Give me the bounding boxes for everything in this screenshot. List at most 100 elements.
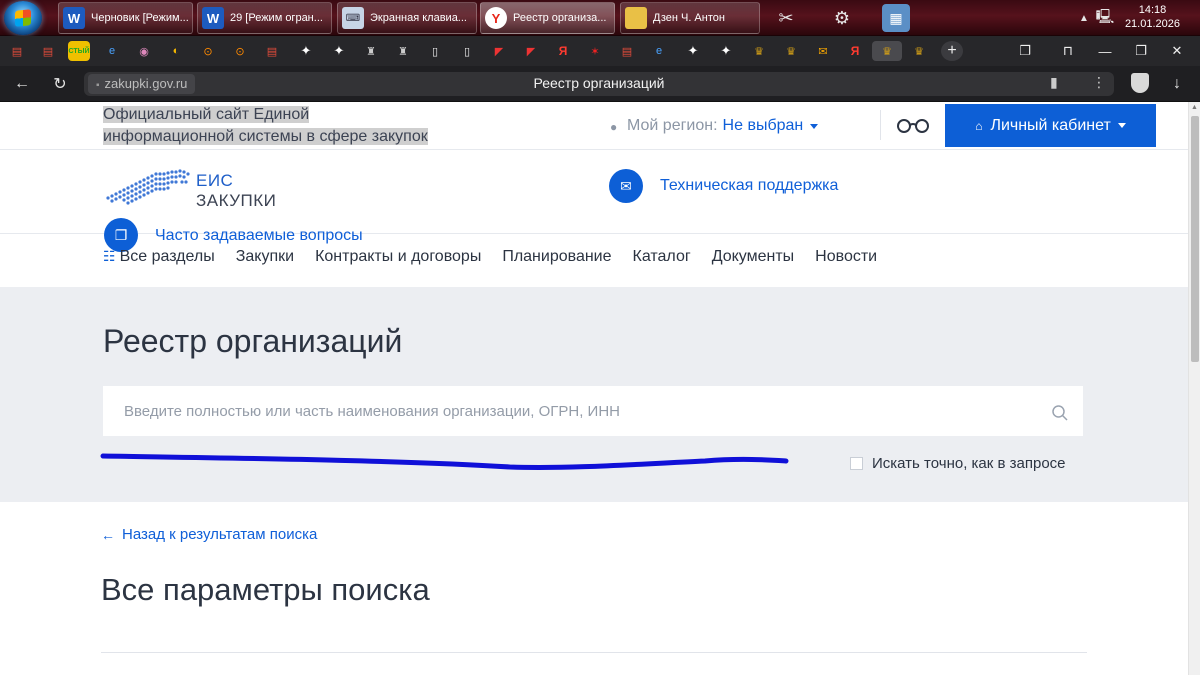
folder-icon [625,7,647,29]
gear-icon[interactable]: ⚙ [828,4,856,32]
minimize-button[interactable]: — [1095,41,1115,61]
scroll-up-icon[interactable]: ▲ [1191,104,1198,111]
yandex-tab-icon[interactable]: Я [844,41,866,61]
downloads-icon[interactable]: ↓ [1167,74,1187,94]
pdf-tab-icon[interactable]: ▤ [6,41,28,61]
menu-item-all-sections[interactable]: ☷ Все разделы [103,248,215,266]
menu-item-catalog[interactable]: Каталог [633,248,691,266]
sparkle-tab-icon[interactable]: ✦ [682,41,704,61]
pdf-tab-icon[interactable]: ▤ [261,41,283,61]
organization-search-input[interactable] [103,386,1033,436]
taskbar-button-label: Дзен Ч. Антон [653,12,725,24]
mail-tab-icon[interactable]: ✉ [812,41,834,61]
menu-item-contracts[interactable]: Контракты и договоры [315,248,481,266]
checkbox-box[interactable] [850,457,863,470]
document-tab-icon[interactable]: ▯ [424,41,446,61]
clock-time: 14:18 [1138,4,1167,16]
exact-search-checkbox[interactable]: Искать точно, как в запросе [850,455,1066,472]
sections-list-icon: ☷ [103,248,116,264]
site-tab-icon[interactable]: СТЫЙ [68,41,90,61]
site-tab-icon[interactable]: ◐ [165,41,187,61]
control-panel-icon[interactable]: ▦ [882,4,910,32]
tech-support-link[interactable]: Техническая поддержка [660,177,838,195]
tray-expand-icon[interactable]: ▲ [1076,4,1092,32]
faq-link[interactable]: Часто задаваемые вопросы [155,227,363,245]
search-tab-icon[interactable]: ⊙ [229,41,251,61]
clock-date: 21.01.2026 [1124,18,1180,30]
emblem-tab-icon[interactable]: ♛ [748,41,770,61]
glasses-accessibility-icon[interactable] [896,116,930,134]
personal-cabinet-button[interactable]: ⌂ Личный кабинет [945,104,1156,147]
blue-marker-underline [100,453,789,470]
envelope-icon[interactable]: ✉ [609,169,643,203]
back-to-results-link[interactable]: ← Назад к результатам поиска [101,526,317,543]
taskbar-button-yandex-browser[interactable]: Y Реестр организа... [480,2,615,34]
faq-windows-icon[interactable]: ❐ [104,218,138,252]
sparkle-tab-icon[interactable]: ✦ [715,41,737,61]
scrollbar-thumb[interactable] [1191,116,1199,362]
site-tab-icon[interactable]: ✶ [584,41,606,61]
sparkle-tab-icon[interactable]: ✦ [328,41,350,61]
network-icon[interactable]: 🖳 [1096,4,1115,32]
paint-tool-icon[interactable]: ✂ [772,4,800,32]
page-title: Реестр организаций [103,323,403,359]
search-params-title: Все параметры поиска [101,572,430,607]
header-divider [880,110,881,140]
emblem-tab-icon[interactable]: ♜ [392,41,414,61]
sparkle-tab-icon[interactable]: ✦ [295,41,317,61]
page-scrollbar[interactable]: ▲ [1188,102,1200,675]
content-divider [101,652,1087,653]
logo-line-1: ЕИС [196,171,234,190]
maximize-button[interactable]: ❐ [1131,41,1151,61]
tabs-overview-icon[interactable]: ❐ [1015,41,1035,61]
reload-icon[interactable]: ↻ [50,74,70,94]
yandex-tab-icon[interactable]: Я [552,41,574,61]
location-pin-icon: ● [610,120,618,134]
site-tab-icon[interactable]: ◉ [133,41,155,61]
back-arrow-icon[interactable]: ← [12,74,32,94]
protect-shield-icon[interactable] [1131,73,1149,93]
keyboard-icon: ⌨ [342,7,364,29]
taskbar-button-label: Экранная клавиа... [370,12,467,24]
url-field[interactable]: ▪ zakupki.gov.ru Реестр организаций ▮ ⋮ [84,72,1114,96]
region-value: Не выбран [722,117,804,134]
pin-icon[interactable]: ⊓ [1058,41,1078,61]
menu-item-news[interactable]: Новости [815,248,877,266]
start-button[interactable] [4,1,42,35]
new-tab-button[interactable]: + [941,41,963,61]
edge-tab-icon[interactable]: e [648,41,670,61]
taskbar-button-label: 29 [Режим огран... [230,12,323,24]
emblem-tab-icon[interactable]: ♛ [908,41,930,61]
pdf-tab-icon[interactable]: ▤ [616,41,638,61]
search-box [103,386,1083,436]
official-site-text: Официальный сайт Единой информационной с… [103,104,443,148]
menu-item-purchases[interactable]: Закупки [236,248,294,266]
bookmark-icon[interactable]: ▮ [1050,74,1058,91]
taskbar-button-word-29[interactable]: W 29 [Режим огран... [197,2,332,34]
search-icon[interactable] [1051,404,1069,422]
more-menu-icon[interactable]: ⋮ [1092,74,1106,91]
chevron-down-icon [810,123,819,129]
yandex-browser-icon: Y [485,7,507,29]
edge-tab-icon[interactable]: e [101,41,123,61]
taskbar-button-onscreen-keyboard[interactable]: ⌨ Экранная клавиа... [337,2,477,34]
taskbar-button-word-draft[interactable]: W Черновик [Режим... [58,2,193,34]
site-tab-icon[interactable]: ◤ [520,41,542,61]
close-button[interactable]: ✕ [1167,41,1187,61]
system-clock[interactable]: 14:18 21.01.2026 [1125,3,1180,31]
taskbar-button-folder[interactable]: Дзен Ч. Антон [620,2,760,34]
pdf-tab-icon[interactable]: ▤ [37,41,59,61]
active-tab-emblem-icon[interactable]: ♛ [872,41,902,61]
menu-item-planning[interactable]: Планирование [502,248,611,266]
emblem-tab-icon[interactable]: ♜ [360,41,382,61]
region-selector[interactable]: ● Мой регион: Не выбран [610,117,819,135]
menu-item-documents[interactable]: Документы [712,248,794,266]
eis-logo-text[interactable]: ЕИС ЗАКУПКИ [196,171,276,211]
official-site-label: Официальный сайт Единой информационной с… [103,106,428,145]
chevron-down-icon [1117,123,1126,128]
site-tab-icon[interactable]: ◤ [488,41,510,61]
search-tab-icon[interactable]: ⊙ [197,41,219,61]
document-tab-icon[interactable]: ▯ [456,41,478,61]
emblem-tab-icon[interactable]: ♛ [780,41,802,61]
russia-map-logo-icon[interactable] [104,168,190,212]
